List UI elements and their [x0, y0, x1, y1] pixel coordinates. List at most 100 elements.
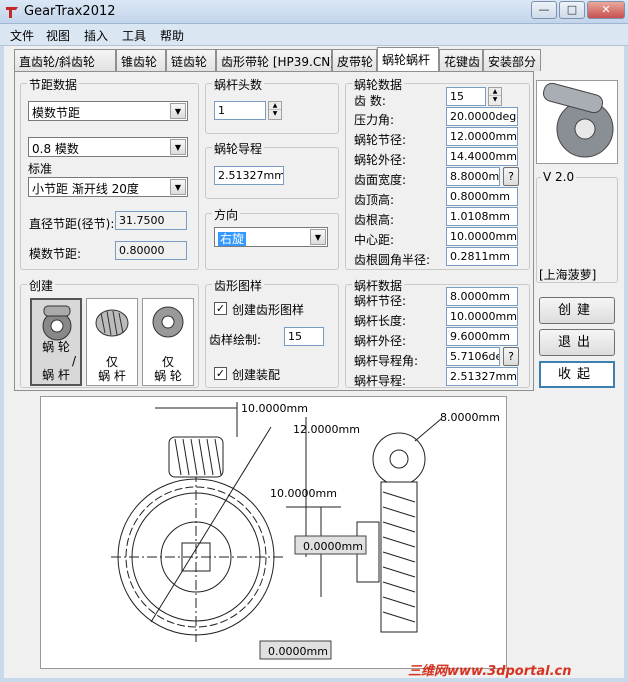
diametral-pitch-field[interactable]: 31.7500 — [115, 211, 187, 230]
worm-gear-3d-icon — [542, 82, 614, 158]
face-width-field[interactable]: 8.8000mm — [446, 167, 500, 186]
tab-worm-gear[interactable]: 蜗轮蜗杆 — [377, 47, 439, 71]
center-distance-field[interactable]: 10.0000mm — [446, 227, 518, 246]
spin-up-icon[interactable]: ▲ — [269, 102, 281, 110]
wheel-pitch-dia-label: 蜗轮节径: — [354, 133, 407, 147]
module-pitch-field[interactable]: 0.80000 — [115, 241, 187, 260]
close-button[interactable]: ✕ — [587, 1, 625, 19]
teeth-spinner[interactable]: ▲ ▼ — [488, 87, 502, 106]
menu-insert[interactable]: 插入 — [84, 27, 108, 44]
wheel-icon — [152, 306, 184, 338]
lead-title: 蜗轮导程 — [212, 140, 265, 157]
lead-angle-label: 蜗杆导程角: — [354, 354, 419, 368]
tab-sprocket[interactable]: 链齿轮 — [166, 49, 216, 71]
create-pattern-checkbox[interactable]: ✓ — [214, 302, 227, 315]
worm-starts-spinner[interactable]: ▲ ▼ — [268, 101, 282, 120]
tab-timing-pulley[interactable]: 齿形带轮 [HP39.CN] — [216, 49, 335, 71]
menu-file[interactable]: 文件 — [10, 27, 34, 44]
worm-only-line2: 蜗 杆 — [98, 369, 126, 383]
create-pattern-label: 创建齿形图样 — [232, 303, 305, 317]
worm-lead-label: 蜗杆导程: — [354, 374, 407, 388]
worm-starts-field[interactable]: 1 — [214, 101, 266, 120]
create-both-line2: / — [71, 354, 76, 368]
create-button[interactable]: 创建 — [539, 297, 615, 324]
worm-outer-dia-field[interactable]: 9.6000mm — [446, 327, 518, 346]
create-worm-only-button[interactable]: 仅蜗 杆 — [86, 298, 138, 386]
pressure-angle-field[interactable]: 20.0000deg — [446, 107, 518, 126]
wheel-outer-dia-label: 蜗轮外径: — [354, 153, 407, 167]
standard-select[interactable]: 小节距 渐开线 20度 ▼ — [28, 177, 188, 197]
create-both-line1: 蜗 轮 — [42, 340, 70, 354]
standard-label: 标准 — [28, 162, 53, 176]
worm-starts-title: 蜗杆头数 — [212, 76, 265, 93]
gear-preview-image — [536, 80, 618, 164]
tab-bevel[interactable]: 锥齿轮 — [116, 49, 166, 71]
worm-gear-drawing-svg: 10.0000mm 12.0000mm 8.0000mm 10.0000mm 0… — [111, 402, 500, 660]
teeth-field[interactable]: 15 — [446, 87, 486, 106]
lead-field[interactable]: 2.51327mm — [214, 166, 284, 185]
dim-wheel-pitch: 12.0000mm — [293, 423, 360, 436]
pattern-draw-field[interactable]: 15 — [284, 327, 324, 346]
collapse-button[interactable]: 收起 — [539, 361, 615, 388]
addendum-field[interactable]: 0.8000mm — [446, 187, 518, 206]
create-assembly-checkbox[interactable]: ✓ — [214, 367, 227, 380]
lead-angle-help-button[interactable]: ? — [503, 347, 519, 366]
center-distance-label: 中心距: — [354, 233, 395, 247]
teeth-label: 齿 数: — [354, 94, 386, 108]
module-select[interactable]: 0.8 模数 ▼ — [28, 137, 188, 157]
tab-pulley[interactable]: 皮带轮 — [332, 49, 377, 71]
worm-pitch-dia-label: 蜗杆节径: — [354, 294, 407, 308]
dedendum-field[interactable]: 1.0108mm — [446, 207, 518, 226]
chevron-down-icon: ▼ — [170, 139, 186, 155]
chevron-down-icon: ▼ — [170, 179, 186, 195]
chevron-down-icon: ▼ — [310, 229, 326, 245]
pitch-mode-value: 模数节距 — [32, 106, 81, 120]
menu-tools[interactable]: 工具 — [122, 27, 146, 44]
spin-down-icon[interactable]: ▼ — [489, 96, 501, 104]
module-value: 0.8 模数 — [32, 142, 79, 156]
create-wheel-only-button[interactable]: 仅蜗 轮 — [142, 298, 194, 386]
spin-down-icon[interactable]: ▼ — [269, 110, 281, 118]
assembly-drawing: 10.0000mm 12.0000mm 8.0000mm 10.0000mm 0… — [40, 396, 507, 669]
menu-help[interactable]: 帮助 — [160, 27, 184, 44]
worm-pitch-dia-field[interactable]: 8.0000mm — [446, 287, 518, 306]
exit-button[interactable]: 退出 — [539, 329, 615, 356]
face-width-label: 齿面宽度: — [354, 173, 407, 187]
menu-view[interactable]: 视图 — [46, 27, 70, 44]
wheel-outer-dia-field[interactable]: 14.4000mm — [446, 147, 518, 166]
company-label: [上海菠萝] — [539, 268, 597, 282]
dim-offset-b: 0.0000mm — [268, 645, 328, 658]
spin-up-icon[interactable]: ▲ — [489, 88, 501, 96]
worm-outer-dia-label: 蜗杆外径: — [354, 334, 407, 348]
window-title: GearTrax2012 — [24, 4, 116, 19]
app-logo-icon — [6, 7, 18, 18]
dedendum-label: 齿根高: — [354, 213, 395, 227]
fillet-radius-field[interactable]: 0.2811mm — [446, 247, 518, 266]
minimize-button[interactable]: — — [531, 1, 557, 19]
tab-spur-helical[interactable]: 直齿轮/斜齿轮 — [14, 49, 116, 71]
dim-center-distance: 10.0000mm — [241, 402, 308, 415]
worm-length-label: 蜗杆长度: — [354, 314, 407, 328]
wheel-only-line2: 蜗 轮 — [154, 369, 182, 383]
version-label: V 2.0 — [541, 170, 577, 184]
module-pitch-label: 模数节距: — [29, 247, 82, 261]
worm-lead-field[interactable]: 2.51327mm — [446, 367, 518, 386]
direction-select[interactable]: 右旋 ▼ — [214, 227, 328, 247]
create-title: 创建 — [27, 277, 56, 294]
face-width-help-button[interactable]: ? — [503, 167, 519, 186]
pitch-mode-select[interactable]: 模数节距 ▼ — [28, 101, 188, 121]
title-bar: GearTrax2012 — □ ✕ — [0, 0, 628, 24]
tab-mounting[interactable]: 安装部分 — [483, 49, 541, 71]
tab-spline[interactable]: 花键齿 — [439, 49, 483, 71]
pattern-draw-label: 齿样绘制: — [209, 333, 262, 347]
pitch-data-title: 节距数据 — [27, 76, 80, 93]
wheel-pitch-dia-field[interactable]: 12.0000mm — [446, 127, 518, 146]
worm-length-field[interactable]: 10.0000mm — [446, 307, 518, 326]
worm-icon — [95, 309, 129, 337]
create-both-line3: 蜗 杆 — [42, 368, 70, 382]
addendum-label: 齿顶高: — [354, 193, 395, 207]
maximize-button[interactable]: □ — [559, 1, 585, 19]
lead-angle-field[interactable]: 5.7106deg — [446, 347, 500, 366]
pressure-angle-label: 压力角: — [354, 113, 395, 127]
create-wheel-and-worm-button[interactable]: 蜗 轮 / 蜗 杆 — [30, 298, 82, 386]
